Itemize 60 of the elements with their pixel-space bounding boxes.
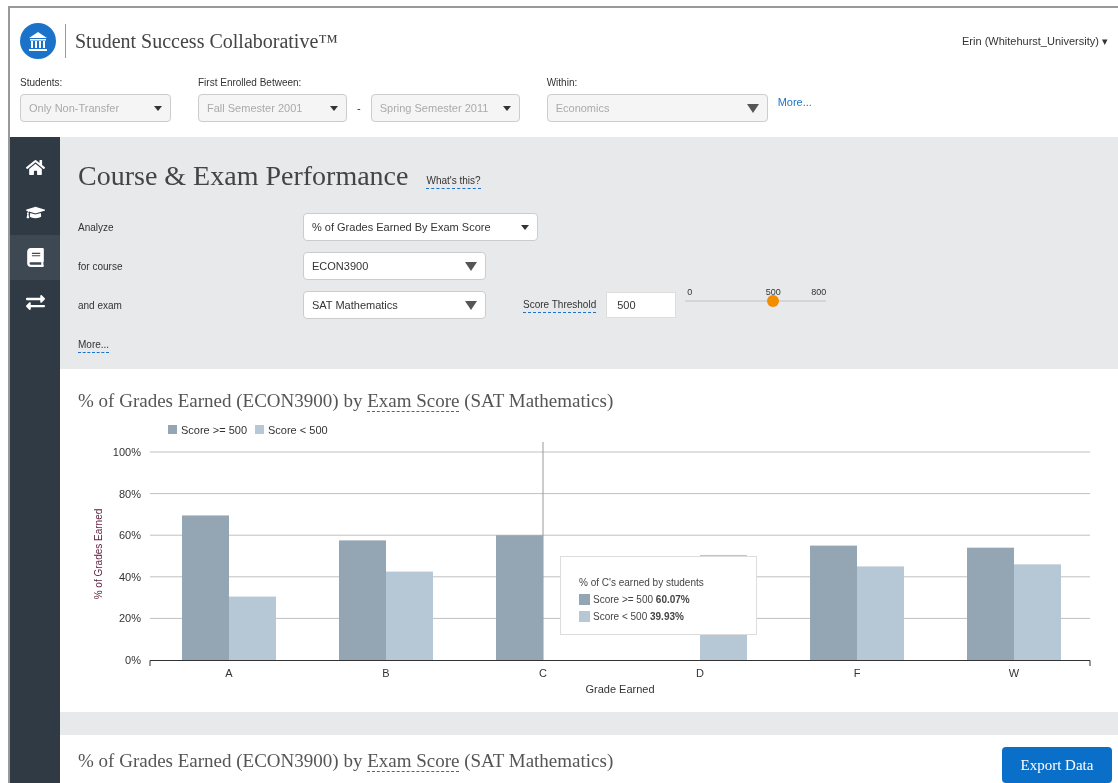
tooltip-row-text: Score >= 500 60.07% bbox=[593, 592, 690, 607]
chart-title: % of Grades Earned (ECON3900) by Exam Score (SAT Mathematics) bbox=[78, 749, 614, 774]
dropdown[interactable]: SAT Mathematics bbox=[303, 291, 486, 319]
tooltip-title: % of C's earned by students bbox=[579, 575, 705, 590]
tooltip-row-text: Score < 500 39.93% bbox=[593, 609, 684, 624]
dropdown[interactable]: ECON3900 bbox=[303, 252, 486, 280]
home-icon bbox=[25, 158, 45, 177]
x-tick-label: A bbox=[225, 666, 233, 679]
caret-icon bbox=[521, 224, 529, 230]
x-tick-label: B bbox=[382, 666, 390, 679]
y-axis-title: % of Grades Earned bbox=[93, 508, 104, 600]
swap-arrows-icon bbox=[25, 293, 45, 312]
threshold-label[interactable]: Score Threshold bbox=[523, 297, 597, 313]
x-tick-label: C bbox=[539, 666, 547, 679]
y-tick-label: 20% bbox=[118, 612, 141, 625]
dropdown[interactable]: % of Grades Earned By Exam Score bbox=[303, 213, 538, 241]
caret-icon bbox=[502, 105, 511, 111]
caret-icon bbox=[330, 105, 338, 111]
help-link[interactable]: What's this? bbox=[426, 173, 481, 189]
page-title: Course & Exam Performance bbox=[78, 159, 409, 193]
exam-score-link[interactable]: Exam Score bbox=[367, 389, 460, 412]
legend-swatch bbox=[579, 610, 590, 622]
filter-label: First Enrolled Between: bbox=[198, 76, 303, 90]
y-tick-label: 0% bbox=[125, 653, 141, 666]
caret-icon bbox=[154, 105, 162, 111]
exam-score-link[interactable]: Exam Score bbox=[367, 750, 460, 772]
threshold-input[interactable]: 500 bbox=[606, 292, 677, 318]
legend-label: Score < 500 bbox=[268, 423, 328, 436]
x-axis-title: Grade Earned bbox=[585, 682, 655, 695]
y-tick-label: 80% bbox=[118, 487, 141, 500]
logo-icon bbox=[20, 23, 56, 59]
slider-max-label: 800 bbox=[811, 286, 827, 299]
x-tick-label: W bbox=[1008, 666, 1020, 679]
more-link[interactable]: More... bbox=[777, 93, 812, 110]
range-separator: - bbox=[357, 100, 361, 116]
more-link[interactable]: More... bbox=[78, 337, 110, 353]
caret-icon bbox=[465, 261, 477, 271]
legend-label: Score >= 500 bbox=[181, 423, 248, 436]
x-tick-label: D bbox=[696, 666, 704, 679]
legend-swatch bbox=[579, 593, 590, 605]
filter-label: Within: bbox=[546, 76, 579, 90]
field-label: Analyze bbox=[78, 220, 115, 235]
y-tick-label: 40% bbox=[118, 570, 141, 583]
field-label: and exam bbox=[78, 298, 123, 313]
y-tick-label: 100% bbox=[112, 445, 141, 458]
y-tick-label: 60% bbox=[118, 529, 141, 542]
chart-title: % of Grades Earned (ECON3900) by Exam Score (SAT Mathematics) bbox=[78, 388, 615, 414]
book-icon bbox=[25, 248, 45, 267]
nav-item[interactable] bbox=[10, 235, 60, 280]
brand-name: Student Success Collaborative™ bbox=[75, 29, 338, 54]
field-label: for course bbox=[78, 259, 124, 274]
slider-min-label: 0 bbox=[687, 286, 693, 299]
caret-icon bbox=[465, 300, 477, 310]
user-menu[interactable]: Erin (Whitehurst_University) ▾ bbox=[962, 33, 1108, 50]
slider-value-label: 500 bbox=[765, 286, 781, 299]
export-button[interactable]: Export Data bbox=[1002, 747, 1112, 783]
filter-label: Students: bbox=[20, 76, 64, 90]
x-tick-label: F bbox=[853, 666, 861, 679]
slider-thumb[interactable] bbox=[767, 295, 780, 307]
caret-icon bbox=[746, 103, 759, 113]
